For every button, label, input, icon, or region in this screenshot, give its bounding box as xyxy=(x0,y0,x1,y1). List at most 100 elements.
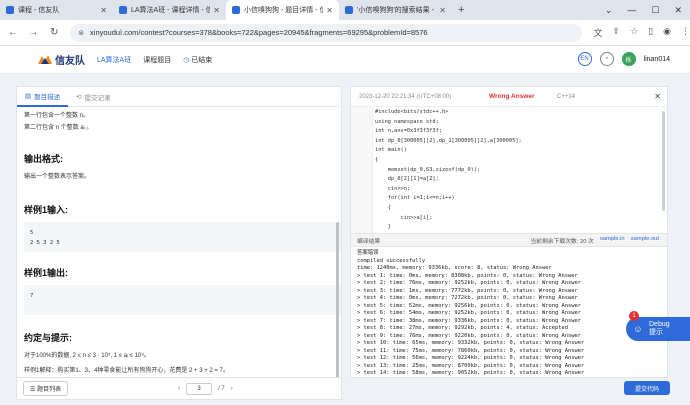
class-name-link[interactable]: LA算法A班 xyxy=(97,55,131,65)
sample-output-heading: 样例1输出: xyxy=(24,268,69,278)
hints-heading: 约定与提示: xyxy=(24,333,72,343)
robot-icon: ☺ xyxy=(633,324,643,334)
problem-list-label: 题目列表 xyxy=(37,387,62,393)
browser-tabbar: 课程 - 信友队✕ LA算法A班 - 课程详情 - 信友队✕ 小信嗅狗狗 - 题… xyxy=(0,0,690,20)
close-icon[interactable]: ✕ xyxy=(213,6,220,15)
result-line: > test 13: time: 25ms, memory: 8700kb, p… xyxy=(357,362,585,369)
tab-title: 小信嗅狗狗 - 题目详情 - 信友队 xyxy=(244,7,324,14)
submission-header: 2023-12-20 22:21:34 (UTC+08:00) Wrong An… xyxy=(351,87,667,107)
url-field[interactable]: ⊜ xinyouduì.com/contest?courses=378&book… xyxy=(70,23,582,42)
language-label: C++14 xyxy=(557,93,576,100)
tab-search-icon[interactable]: ⌄ xyxy=(605,5,613,16)
result-line: > test 3: time: 1ms, memory: 7772kb, poi… xyxy=(357,287,578,294)
sidepanel-icon[interactable]: ▯ xyxy=(648,26,653,39)
new-tab-icon[interactable]: + xyxy=(452,0,470,20)
close-icon[interactable]: ✕ xyxy=(326,6,333,15)
sample-output-line: 7 xyxy=(30,293,34,299)
site-favicon-icon xyxy=(119,6,127,14)
tab-title: '小信嗅狗狗'的搜索结果 - 信友队 xyxy=(357,7,436,14)
tab-label: 题目描述 xyxy=(34,93,61,101)
minimize-icon[interactable]: — xyxy=(627,5,636,15)
next-page-icon[interactable]: › xyxy=(231,386,233,392)
sample-input-line: 5 xyxy=(30,230,34,236)
avatar[interactable]: 栎 xyxy=(621,52,636,66)
sample-input-heading: 样例1输入: xyxy=(24,205,69,215)
notification-bell-icon[interactable]: ◔ xyxy=(599,52,614,66)
judge-result: 答案错误 compiled successfully time: 1240ms, m… xyxy=(351,247,667,377)
back-arrow-icon[interactable]: ← xyxy=(5,27,21,38)
problem-footer: ☰ 题目列表 ‹ 3 / 7 › xyxy=(16,378,342,400)
close-window-icon[interactable]: ✕ xyxy=(674,5,682,16)
window-controls: ⌄ — ☐ ✕ xyxy=(605,0,690,20)
translate-icon[interactable]: 文 xyxy=(594,26,603,39)
download-count: 当前剩余下载次数: 20 次 xyxy=(530,238,594,245)
code-editor[interactable]: #include<bits/stdc++.h> using namespace s… xyxy=(351,107,667,233)
pager: ‹ 3 / 7 › xyxy=(178,382,233,395)
result-line: > test 2: time: 76ms, memory: 9252kb, po… xyxy=(357,280,581,286)
code-line: dp_0[2][1]=a[2]; xyxy=(375,176,439,183)
browser-actions: 文 ⇪ ☆ ▯ ◉ ⋮ xyxy=(594,26,690,39)
problem-content: 第一行包含一个整数 n。 第二行包含 n 个整数 aᵢ 。 输出格式: 输出一个… xyxy=(17,107,341,377)
page-total: / 7 xyxy=(218,385,225,392)
result-line: compiled successfully xyxy=(357,257,426,264)
reload-icon[interactable]: ↻ xyxy=(46,27,62,38)
finished-status: ◷ 已结束 xyxy=(183,55,212,65)
tab-title: LA算法A班 - 课程详情 - 信友队 xyxy=(131,7,211,14)
code-line: cin>>a[i]; xyxy=(375,214,433,221)
bookmark-star-icon[interactable]: ☆ xyxy=(630,26,638,39)
sample-in-link[interactable]: sample.in xyxy=(600,236,625,245)
browser-tab[interactable]: 课程 - 信友队 ✕ xyxy=(0,0,113,20)
finished-label: 已结束 xyxy=(191,56,213,64)
sample-input-line: 2 5 3 2 5 xyxy=(30,240,60,246)
result-line: > test 11: time: 75ms, memory: 7860kb, p… xyxy=(357,347,585,354)
tab-submission-records[interactable]: ⟲ 提交记录 xyxy=(68,87,118,107)
logo-icon xyxy=(38,54,52,65)
site-favicon-icon xyxy=(345,6,353,14)
sample-out-link[interactable]: sample.out xyxy=(631,236,659,245)
browser-tab[interactable]: '小信嗅狗狗'的搜索结果 - 信友队✕ xyxy=(339,0,452,20)
code-line: int main() xyxy=(375,147,407,154)
browser-tab[interactable]: LA算法A班 - 课程详情 - 信友队✕ xyxy=(113,0,226,20)
result-line: > test 1: time: 0ms, memory: 8308kb, poi… xyxy=(357,272,578,279)
forward-arrow-icon[interactable]: → xyxy=(26,27,42,38)
code-line: cin>>n; xyxy=(375,185,411,192)
list-icon: ☰ xyxy=(30,387,36,393)
input-line-1: 第一行包含一个整数 n。 xyxy=(24,113,90,119)
nav-course-problems[interactable]: 课程题目 xyxy=(143,55,171,65)
site-info-icon[interactable]: ⊜ xyxy=(78,29,84,37)
profile-icon[interactable]: ◉ xyxy=(663,26,671,39)
page-input[interactable]: 3 xyxy=(186,382,213,395)
result-line: > test 10: time: 65ms, memory: 9332kb, p… xyxy=(357,340,585,346)
close-icon[interactable]: ✕ xyxy=(654,92,661,101)
output-format-heading: 输出格式: xyxy=(24,154,63,164)
download-info: 当前剩余下载次数: 20 次 sample.in sample.out xyxy=(530,236,659,245)
prev-page-icon[interactable]: ‹ xyxy=(178,386,180,392)
output-format-text: 输出一个整数表示答案。 xyxy=(24,174,91,180)
username[interactable]: linan014 xyxy=(644,56,670,63)
problem-tabs: ▤ 题目描述 ⟲ 提交记录 xyxy=(17,87,341,107)
result-line: 答案错误 xyxy=(357,250,379,256)
notification-badge: 1 xyxy=(629,311,639,321)
code-line: { xyxy=(375,156,379,163)
close-icon[interactable]: ✕ xyxy=(100,6,107,15)
share-icon[interactable]: ⇪ xyxy=(613,26,621,39)
line-gutter xyxy=(351,107,373,233)
site-logo[interactable]: 信友队 xyxy=(38,52,85,67)
scrollbar[interactable] xyxy=(662,111,665,211)
language-toggle[interactable]: EN xyxy=(577,52,592,66)
result-line: > test 7: time: 38ms, memory: 9336kb, po… xyxy=(357,317,581,324)
close-icon[interactable]: ✕ xyxy=(439,6,446,15)
tab-problem-description[interactable]: ▤ 题目描述 xyxy=(17,87,69,107)
submit-code-button[interactable]: 提交代码 xyxy=(624,381,670,395)
logo-text: 信友队 xyxy=(55,56,85,67)
scrollbar[interactable] xyxy=(336,222,339,377)
submission-panel: 2023-12-20 22:21:34 (UTC+08:00) Wrong An… xyxy=(350,86,668,378)
browser-tab-active[interactable]: 小信嗅狗狗 - 题目详情 - 信友队✕ xyxy=(226,0,339,20)
maximize-icon[interactable]: ☐ xyxy=(651,5,659,16)
sample-output-box: 7 xyxy=(24,285,341,315)
result-line: > test 12: time: 56ms, memory: 9224kb, p… xyxy=(357,355,585,361)
result-line: > test 8: time: 27ms, memory: 9292kb, po… xyxy=(357,325,568,331)
problem-list-button[interactable]: ☰ 题目列表 xyxy=(23,381,69,396)
menu-dots-icon[interactable]: ⋮ xyxy=(681,26,690,39)
site-favicon-icon xyxy=(6,6,14,14)
